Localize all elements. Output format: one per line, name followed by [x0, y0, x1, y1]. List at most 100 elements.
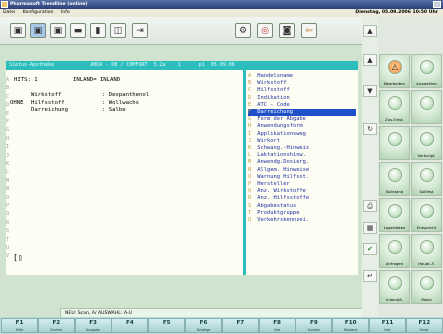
fkey-f12[interactable]: F12 Ende: [405, 318, 443, 333]
action-label: Verknüpf.: [417, 153, 436, 158]
action-label: Inland/A.: [386, 297, 403, 302]
fkey-f3[interactable]: F3 Ausgabe: [74, 318, 112, 333]
field-option[interactable]: K Schwang.-Hinweis: [248, 145, 356, 152]
margin-letter: S: [6, 228, 10, 235]
fkey-f10[interactable]: F10 Bestand: [332, 318, 370, 333]
field-option[interactable]: F Darreichung: [248, 109, 356, 117]
keypad-icon[interactable]: ▦: [363, 222, 377, 234]
field-option[interactable]: G Form der Abgabe: [248, 116, 356, 123]
field-option-label: Verkehrskennzei.: [254, 217, 310, 223]
field-option-label: Anz. Hilfsstoffe: [254, 195, 310, 202]
action-entspricht[interactable]: Entspricht: [411, 198, 442, 232]
app-icon: [1, 1, 8, 8]
printer-icon[interactable]: ⎙: [363, 200, 377, 212]
gear-icon[interactable]: ⚙: [235, 23, 251, 38]
field-option[interactable]: J Wirkort: [248, 138, 356, 145]
monitor-2-icon[interactable]: ▣: [30, 23, 46, 38]
monitor-4-icon[interactable]: ▬: [70, 23, 86, 38]
field-option[interactable]: D Indikation: [248, 95, 356, 102]
fkey-label: F5: [162, 320, 171, 326]
lifebuoy-icon[interactable]: ◎: [257, 23, 273, 38]
terminal-screen: Sietus-Apotheke ABDA - DB / COMFORT 5.2a…: [6, 61, 358, 275]
menu-konfiguration[interactable]: Konfiguration: [23, 10, 54, 15]
fkey-f6[interactable]: F6 Sonstige: [185, 318, 222, 333]
action-empty[interactable]: [411, 90, 442, 124]
fkey-f5[interactable]: F5: [148, 318, 186, 333]
field-option-label: Form der Abgabe: [254, 116, 306, 123]
fkey-f11[interactable]: F11 Info: [369, 318, 406, 333]
fkey-label: F12: [418, 320, 431, 326]
close-window-button[interactable]: [433, 1, 441, 8]
field-option[interactable]: S Abgabestatus: [248, 203, 356, 210]
action-label: Auswählen: [416, 81, 437, 86]
enter-icon[interactable]: ↵: [363, 270, 377, 282]
checkmark-icon[interactable]: ✔: [363, 243, 377, 255]
fkey-f7[interactable]: F7: [221, 318, 259, 333]
margin-letter: N: [6, 186, 10, 193]
fkey-f8[interactable]: F8 Info: [258, 318, 296, 333]
menu-datei[interactable]: Datei: [3, 10, 15, 15]
exit-icon[interactable]: ⇥: [132, 23, 148, 38]
action-inland-a[interactable]: Inland/A.: [379, 270, 410, 304]
field-option[interactable]: B Wirkstoff: [248, 80, 356, 87]
action-sollfest[interactable]: Sollfest: [411, 162, 442, 196]
action-mono[interactable]: Mono: [411, 270, 442, 304]
action-sollstand[interactable]: Sollstand: [379, 162, 410, 196]
field-option[interactable]: P Hersteller: [248, 181, 356, 188]
action-verkn-pf[interactable]: Verknüpf.: [411, 126, 442, 160]
tower-icon[interactable]: ▮: [90, 23, 106, 38]
warning-icon: ⚠: [388, 60, 402, 74]
field-option[interactable]: M Anwendg.Dosierg.: [248, 159, 356, 166]
field-option[interactable]: N Allgem. Hinweise: [248, 167, 356, 174]
field-option[interactable]: T Produktgruppe: [248, 210, 356, 217]
fkey-sublabel: Bestand: [344, 328, 358, 332]
menu-info[interactable]: Info: [61, 10, 70, 15]
box-icon[interactable]: ◫: [110, 23, 126, 38]
action-zus-einst[interactable]: Zus.Einst.: [379, 90, 410, 124]
fkey-label: F9: [310, 320, 318, 326]
action-anfragen[interactable]: Anfragen: [379, 234, 410, 268]
action-lagerdaten[interactable]: Lagerdaten: [379, 198, 410, 232]
fkey-sublabel: Kunden: [307, 328, 320, 332]
field-option-label: Darreichung: [254, 109, 293, 115]
field-option[interactable]: A Handelsname: [248, 73, 356, 80]
scroll-up-icon[interactable]: ▲: [363, 54, 377, 66]
action-haupt-f[interactable]: Haupt.-F.: [411, 234, 442, 268]
fkey-f9[interactable]: F9 Kunden: [295, 318, 333, 333]
field-option[interactable]: C Hilfsstoff: [248, 87, 356, 94]
margin-letter: U: [6, 245, 10, 251]
field-option[interactable]: I Applikationsweg: [248, 131, 356, 138]
field-option[interactable]: R Anz. Hilfsstoffe: [248, 195, 356, 202]
field-option[interactable]: O Warnung Hilfsst.: [248, 174, 356, 181]
refresh-icon[interactable]: ↻: [363, 123, 377, 135]
field-option[interactable]: U Verkehrskennzei.: [248, 217, 356, 224]
action-empty[interactable]: [379, 126, 410, 160]
fkey-f1[interactable]: F1 Hilfe: [1, 318, 38, 333]
field-option-label: Laktationshinw.: [254, 152, 306, 159]
field-option[interactable]: Q Anz. Wirkstoffe: [248, 188, 356, 195]
link-icon: [420, 132, 434, 146]
fkey-f2[interactable]: F2 Suchen: [37, 318, 75, 333]
camera-icon[interactable]: ◙: [279, 23, 295, 38]
scroll-top-icon[interactable]: ▲: [363, 25, 377, 37]
back-arrow-icon[interactable]: ⇦: [301, 23, 317, 38]
field-option[interactable]: H Anwendungsform: [248, 123, 356, 130]
field-option[interactable]: E ATC - Code: [248, 102, 356, 109]
field-option-label: Warnung Hilfsst.: [254, 173, 310, 180]
action-bearbeiten[interactable]: ⚠ Bearbeiten: [379, 54, 410, 88]
fkey-f4[interactable]: F4: [111, 318, 149, 333]
field-option[interactable]: L Laktationshinw.: [248, 152, 356, 159]
input-cursor[interactable]: [▯: [13, 253, 23, 262]
fkey-label: F3: [89, 320, 97, 326]
fkey-label: F6: [199, 320, 208, 326]
fkey-sublabel: Hilfe: [15, 328, 24, 332]
field-option-label: Handelsname: [254, 73, 293, 79]
monitor-3-icon[interactable]: ▣: [50, 23, 66, 38]
window-titlebar: Pharmasoft Trendline (online): [0, 0, 443, 9]
field-option-label: Hersteller: [254, 181, 290, 187]
action-ausw-hlen[interactable]: Auswählen: [411, 54, 442, 88]
equivalent-icon: [420, 204, 434, 218]
margin-letter: V: [6, 253, 10, 260]
scroll-down-icon[interactable]: ▼: [363, 85, 377, 97]
monitor-1-icon[interactable]: ▣: [10, 23, 26, 38]
